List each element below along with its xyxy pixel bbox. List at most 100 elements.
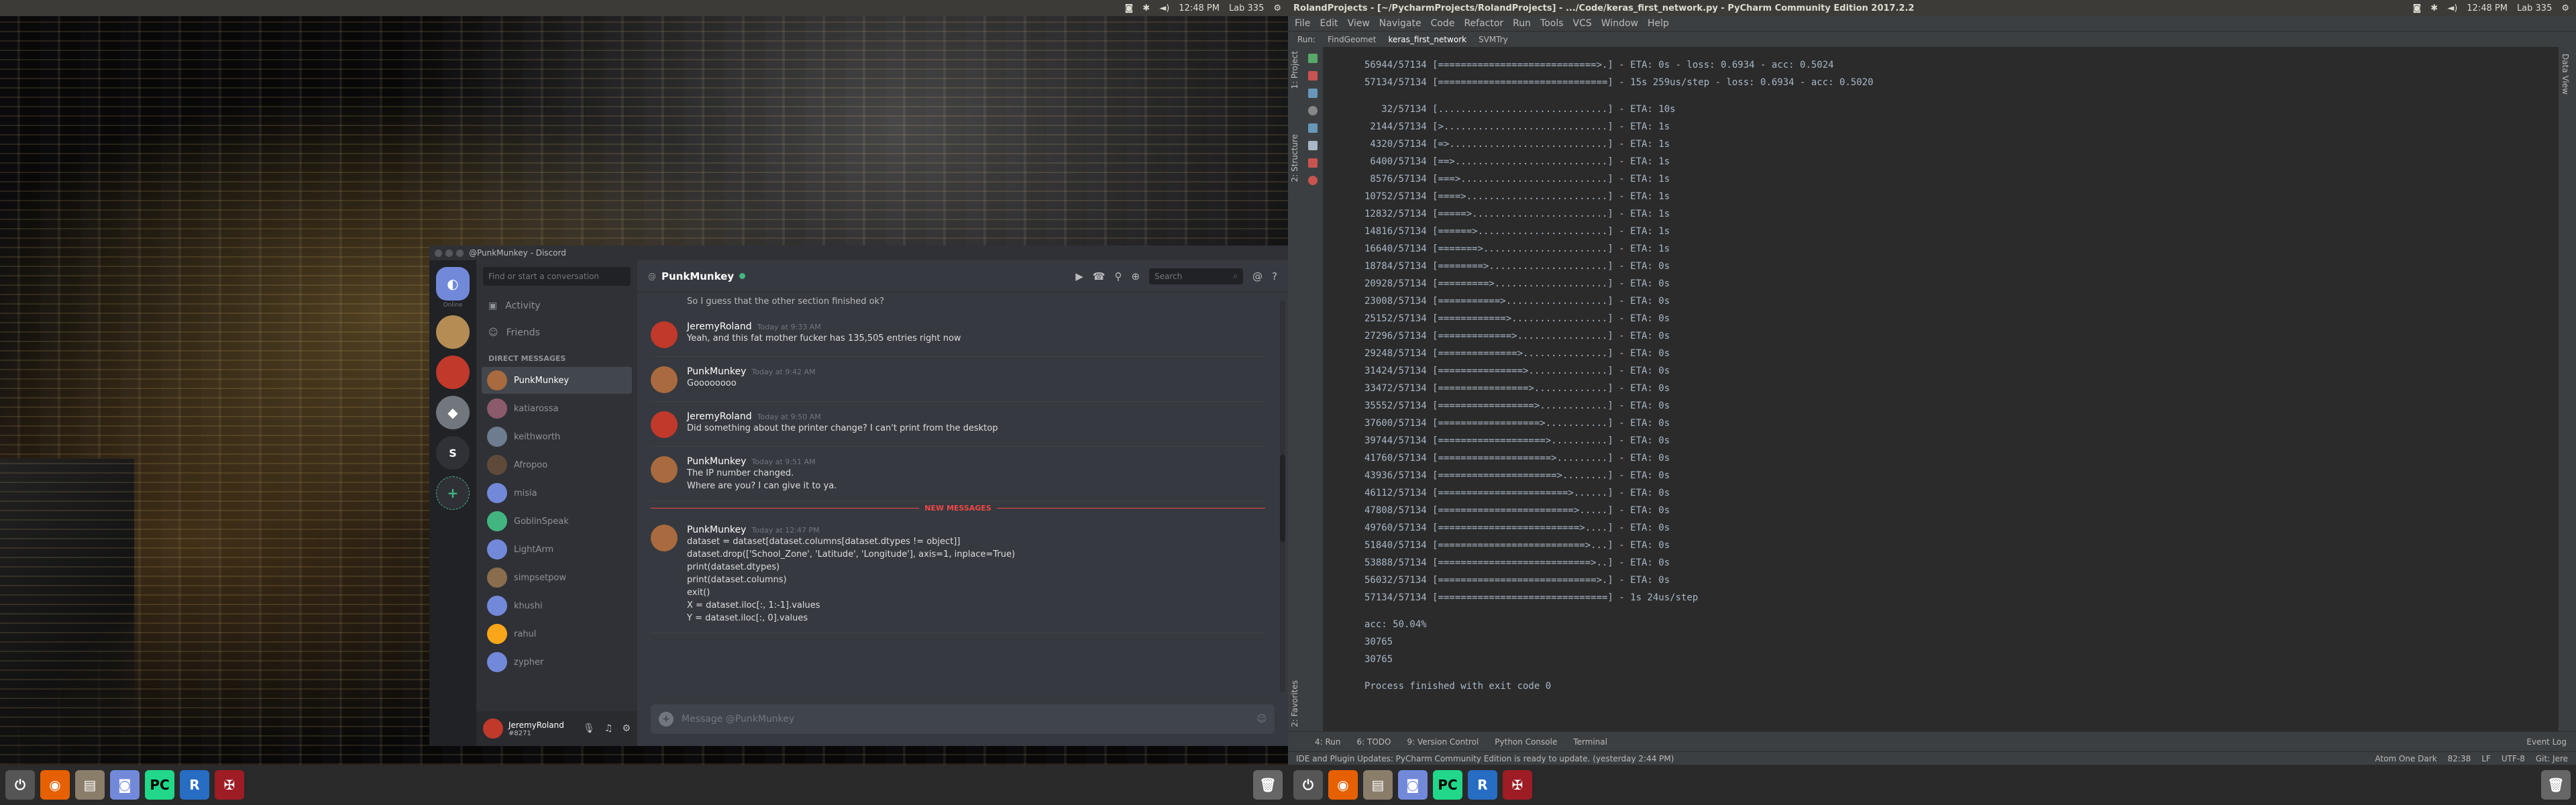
- settings-icon[interactable]: [1308, 106, 1318, 115]
- files-icon[interactable]: ▤: [1363, 770, 1393, 800]
- menu-window[interactable]: Window: [1601, 18, 1638, 29]
- nav-activity[interactable]: ▣ Activity: [476, 292, 637, 319]
- scroll-end-icon[interactable]: [1308, 123, 1318, 133]
- dm-item[interactable]: Afropoo: [482, 451, 632, 478]
- menu-edit[interactable]: Edit: [1320, 18, 1338, 29]
- favorites-tool-tab[interactable]: 2: Favorites: [1290, 680, 1299, 727]
- menu-navigate[interactable]: Navigate: [1379, 18, 1421, 29]
- dm-item[interactable]: katiarossa: [482, 395, 632, 422]
- message-avatar[interactable]: [651, 366, 678, 393]
- event-log-tab[interactable]: Event Log: [2526, 737, 2576, 747]
- server-icon-1[interactable]: [436, 315, 470, 349]
- message-author[interactable]: PunkMunkey: [687, 456, 746, 467]
- add-friend-icon[interactable]: ⊕: [1131, 270, 1140, 282]
- chat-search-input[interactable]: Search ⌕: [1149, 268, 1244, 284]
- pin-tab-icon[interactable]: [1308, 89, 1318, 98]
- power-icon[interactable]: ⏻: [1293, 770, 1323, 800]
- dm-item[interactable]: PunkMunkey: [482, 367, 632, 394]
- clock[interactable]: 12:48 PM: [1179, 3, 1220, 13]
- menu-view[interactable]: View: [1348, 18, 1370, 29]
- dm-item[interactable]: rahul: [482, 621, 632, 647]
- run-tab[interactable]: SVMTry: [1479, 35, 1508, 44]
- menu-run[interactable]: Run: [1513, 18, 1531, 29]
- project-tool-tab[interactable]: 1: Project: [1290, 51, 1299, 89]
- message-composer[interactable]: + Message @PunkMunkey ☺: [651, 704, 1275, 734]
- message-author[interactable]: JeremyRoland: [687, 411, 752, 422]
- discord-icon[interactable]: ◙: [110, 770, 140, 800]
- bluetooth-icon[interactable]: ✱: [1142, 3, 1150, 13]
- dm-item[interactable]: khushi: [482, 592, 632, 619]
- clock[interactable]: 12:48 PM: [2467, 3, 2508, 13]
- print-icon[interactable]: [1308, 141, 1318, 150]
- status-item[interactable]: 82:38: [2448, 754, 2471, 763]
- run-console[interactable]: 56944/57134 [===========================…: [1332, 47, 2559, 731]
- status-message[interactable]: IDE and Plugin Updates: PyCharm Communit…: [1296, 754, 1674, 763]
- mic-icon[interactable]: 🎙: [583, 723, 595, 734]
- r-icon[interactable]: R: [180, 770, 209, 800]
- voice-call-icon[interactable]: ☎: [1093, 270, 1106, 282]
- run-tab[interactable]: FindGeomet: [1328, 35, 1376, 44]
- pycharm-icon[interactable]: PC: [145, 770, 174, 800]
- discord-tray-icon[interactable]: ◙: [2413, 3, 2422, 13]
- dm-item[interactable]: GoblinSpeak: [482, 508, 632, 535]
- discord-home-icon[interactable]: ◐: [436, 267, 470, 301]
- dm-item[interactable]: keithworth: [482, 423, 632, 450]
- pycharm-icon[interactable]: PC: [1433, 770, 1462, 800]
- data-view-tab[interactable]: Data View: [2561, 54, 2570, 95]
- files-icon[interactable]: ▤: [75, 770, 105, 800]
- mentions-icon[interactable]: @: [1252, 270, 1263, 282]
- volume-icon[interactable]: ◄): [2447, 3, 2457, 13]
- user-settings-icon[interactable]: ⚙: [622, 723, 631, 734]
- firefox-icon[interactable]: ◉: [40, 770, 70, 800]
- video-call-icon[interactable]: ▶: [1075, 270, 1083, 282]
- close-run-icon[interactable]: [1308, 158, 1318, 168]
- trash-icon[interactable]: 🗑: [1253, 770, 1283, 800]
- upload-plus-icon[interactable]: +: [659, 712, 674, 727]
- chat-scrollbar[interactable]: [1280, 301, 1285, 692]
- network-label[interactable]: Lab 335: [1229, 3, 1264, 13]
- rerun-icon[interactable]: [1308, 54, 1318, 63]
- mendeley-icon[interactable]: ✠: [1503, 770, 1532, 800]
- menu-vcs[interactable]: VCS: [1573, 18, 1592, 29]
- message-avatar[interactable]: [651, 525, 678, 551]
- headphones-icon[interactable]: ♫: [604, 723, 613, 734]
- bottom-tab[interactable]: 6: TODO: [1357, 737, 1391, 747]
- stop-icon[interactable]: [1308, 71, 1318, 80]
- server-s[interactable]: S: [436, 436, 470, 470]
- bottom-tab[interactable]: Terminal: [1573, 737, 1607, 747]
- trash-icon[interactable]: 🗑: [2541, 770, 2571, 800]
- message-author[interactable]: PunkMunkey: [687, 525, 746, 535]
- status-item[interactable]: Atom One Dark: [2375, 754, 2436, 763]
- emoji-icon[interactable]: ☺: [1256, 714, 1267, 724]
- dm-item[interactable]: misia: [482, 480, 632, 506]
- message-author[interactable]: JeremyRoland: [687, 321, 752, 332]
- composer-placeholder[interactable]: Message @PunkMunkey: [682, 714, 794, 724]
- dm-item[interactable]: zypher: [482, 649, 632, 676]
- server-icon-2[interactable]: [436, 356, 470, 389]
- firefox-icon[interactable]: ◉: [1328, 770, 1358, 800]
- settings-gear-icon[interactable]: ⚙: [2561, 3, 2569, 13]
- user-avatar[interactable]: [483, 718, 503, 739]
- dm-item[interactable]: simpsetpow: [482, 564, 632, 591]
- bottom-tab[interactable]: Python Console: [1495, 737, 1557, 747]
- bottom-tab[interactable]: 9: Version Control: [1407, 737, 1479, 747]
- bottom-tab[interactable]: 4: Run: [1315, 737, 1341, 747]
- window-controls[interactable]: [429, 249, 469, 257]
- status-item[interactable]: UTF-8: [2502, 754, 2525, 763]
- message-avatar[interactable]: [651, 321, 678, 348]
- dm-item[interactable]: LightArm: [482, 536, 632, 563]
- menu-tools[interactable]: Tools: [1540, 18, 1564, 29]
- status-item[interactable]: Git: Jere: [2536, 754, 2568, 763]
- volume-icon[interactable]: ◄): [1159, 3, 1169, 13]
- menu-help[interactable]: Help: [1648, 18, 1669, 29]
- mendeley-icon[interactable]: ✠: [215, 770, 244, 800]
- bluetooth-icon[interactable]: ✱: [2430, 3, 2438, 13]
- r-icon[interactable]: R: [1468, 770, 1497, 800]
- power-icon[interactable]: ⏻: [5, 770, 35, 800]
- message-avatar[interactable]: [651, 456, 678, 483]
- help-icon[interactable]: ?: [1272, 270, 1277, 282]
- run-tab[interactable]: keras_first_network: [1388, 35, 1466, 44]
- dm-search-input[interactable]: Find or start a conversation: [483, 267, 631, 286]
- discord-tray-icon[interactable]: ◙: [1125, 3, 1134, 13]
- nav-friends[interactable]: ☺ Friends: [476, 319, 637, 346]
